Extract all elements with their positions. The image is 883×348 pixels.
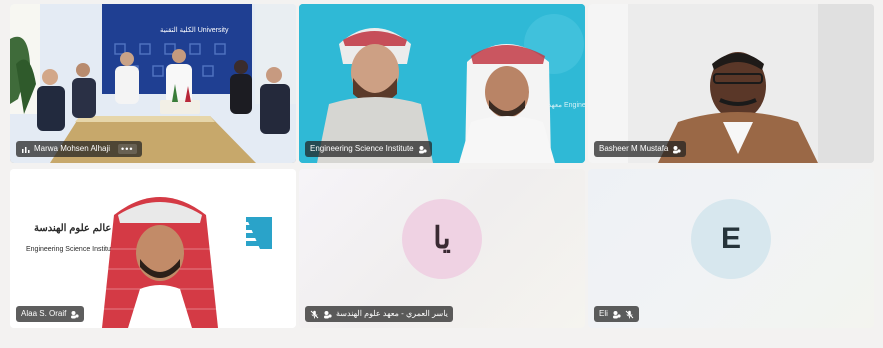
participant-icon [70, 310, 79, 319]
video-tile-engineering-science-institute[interactable]: معهد التدريب Engineering Training Engine… [299, 4, 585, 163]
two-participants-video: معهد التدريب Engineering Training [299, 4, 585, 163]
video-grid: الكلية التقنية University Marwa Mohsen A… [10, 4, 874, 328]
meeting-room-video: الكلية التقنية University [10, 4, 296, 163]
audio-bars-icon [21, 145, 30, 154]
svg-text:الكلية التقنية University: الكلية التقنية University [160, 26, 229, 34]
participant-avatar: يا [402, 198, 482, 279]
video-tile-yasser[interactable]: يا ياسر العمري - معهد علوم الهندسة [299, 169, 585, 328]
participant-name-tag: Eli [594, 306, 639, 322]
participant-name: Alaa S. Oraif [21, 309, 67, 318]
participant-name: Eli [599, 309, 608, 318]
participant-name: Basheer M Mustafa [599, 144, 669, 153]
participant-video [588, 4, 874, 163]
more-options-button[interactable]: ••• [118, 144, 137, 154]
video-tile-marwa[interactable]: الكلية التقنية University Marwa Mohsen A… [10, 4, 296, 163]
video-tile-alaa[interactable]: بس عالم علوم الهندسة Engineering Science… [10, 169, 296, 328]
participant-avatar: E [691, 198, 771, 279]
participant-name-tag: Alaa S. Oraif [16, 306, 85, 322]
participant-name-tag: ياسر العمري - معهد علوم الهندسة [305, 306, 453, 322]
video-tile-eli[interactable]: E Eli [588, 169, 874, 328]
avatar-initials: يا [433, 222, 451, 256]
participant-name: ياسر العمري - معهد علوم الهندسة [336, 309, 448, 318]
mic-muted-icon [625, 310, 634, 319]
participant-name-tag: Engineering Science Institute [305, 141, 432, 157]
participant-icon [672, 145, 681, 154]
participant-name: Marwa Mohsen Alhaji [34, 144, 111, 153]
avatar-initials: E [720, 221, 741, 255]
participant-icon [612, 310, 621, 319]
participant-video: بس عالم علوم الهندسة Engineering Science… [10, 169, 296, 328]
video-tile-basheer[interactable]: Basheer M Mustafa [588, 4, 874, 163]
institute-logo [246, 217, 272, 249]
participant-name: Engineering Science Institute [310, 144, 414, 153]
participant-icon [323, 310, 332, 319]
participant-icon [418, 145, 427, 154]
participant-name-tag: Basheer M Mustafa [594, 141, 687, 157]
mic-muted-icon [310, 310, 319, 319]
participant-name-tag: Marwa Mohsen Alhaji ••• [16, 141, 142, 157]
